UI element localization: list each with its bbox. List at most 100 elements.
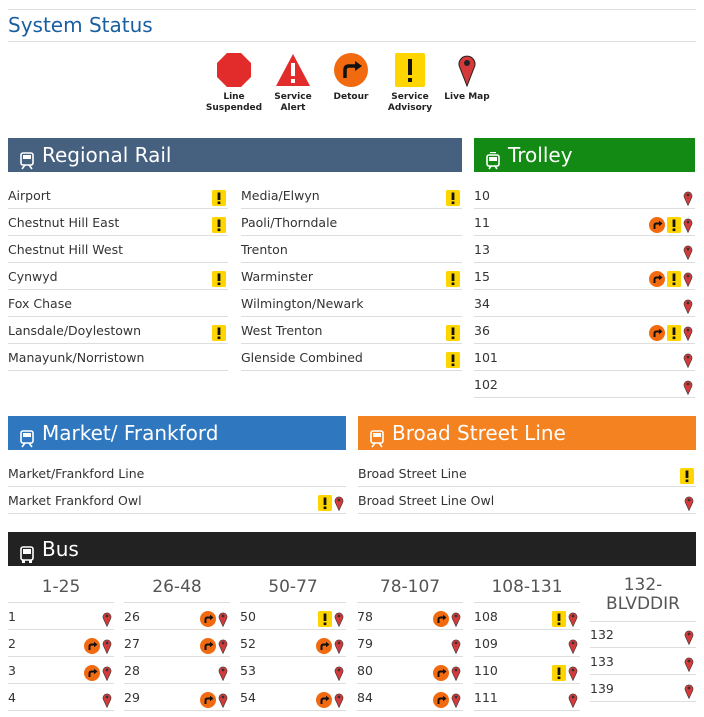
map-pin-icon[interactable] <box>683 269 693 288</box>
map-pin-icon[interactable] <box>102 690 112 709</box>
route-row[interactable]: Glenside Combined <box>241 344 462 371</box>
route-row[interactable]: Fox Chase <box>8 290 228 317</box>
route-row[interactable]: 108 <box>474 603 580 630</box>
route-row[interactable]: 101 <box>474 344 695 371</box>
advisory-icon[interactable] <box>318 493 332 511</box>
map-pin-icon[interactable] <box>684 627 694 646</box>
route-row[interactable]: 52 <box>240 630 346 657</box>
route-row[interactable]: 2 <box>8 630 114 657</box>
map-pin-icon[interactable] <box>684 681 694 700</box>
advisory-icon[interactable] <box>446 188 460 206</box>
map-pin-icon[interactable] <box>684 493 694 512</box>
route-row[interactable]: 34 <box>474 290 695 317</box>
route-row[interactable]: 13 <box>474 236 695 263</box>
route-row[interactable]: 50 <box>240 603 346 630</box>
map-pin-icon[interactable] <box>334 636 344 655</box>
map-pin-icon[interactable] <box>451 609 461 628</box>
detour-icon[interactable] <box>200 636 216 654</box>
trolley-header[interactable]: Trolley <box>474 138 695 172</box>
route-row[interactable]: Media/Elwyn <box>241 182 462 209</box>
route-row[interactable]: 78 <box>357 603 463 630</box>
route-row[interactable]: 11 <box>474 209 695 236</box>
route-row[interactable]: 109 <box>474 630 580 657</box>
route-row[interactable]: 84 <box>357 684 463 711</box>
detour-icon[interactable] <box>84 663 100 681</box>
route-row[interactable]: Broad Street Line <box>358 460 696 487</box>
route-row[interactable]: Chestnut Hill East <box>8 209 228 236</box>
route-row[interactable]: 54 <box>240 684 346 711</box>
advisory-icon[interactable] <box>446 323 460 341</box>
map-pin-icon[interactable] <box>451 636 461 655</box>
route-row[interactable]: Wilmington/Newark <box>241 290 462 317</box>
map-pin-icon[interactable] <box>568 636 578 655</box>
route-row[interactable]: 1 <box>8 603 114 630</box>
map-pin-icon[interactable] <box>683 188 693 207</box>
advisory-icon[interactable] <box>212 269 226 287</box>
route-row[interactable]: 79 <box>357 630 463 657</box>
map-pin-icon[interactable] <box>334 493 344 512</box>
route-row[interactable]: 10 <box>474 182 695 209</box>
advisory-icon[interactable] <box>667 269 681 287</box>
map-pin-icon[interactable] <box>684 654 694 673</box>
route-row[interactable]: 111 <box>474 684 580 711</box>
advisory-icon[interactable] <box>212 323 226 341</box>
route-row[interactable]: 28 <box>124 657 230 684</box>
map-pin-icon[interactable] <box>451 663 461 682</box>
map-pin-icon[interactable] <box>218 663 228 682</box>
map-pin-icon[interactable] <box>102 663 112 682</box>
map-pin-icon[interactable] <box>683 323 693 342</box>
map-pin-icon[interactable] <box>334 690 344 709</box>
route-row[interactable]: 53 <box>240 657 346 684</box>
route-row[interactable]: 80 <box>357 657 463 684</box>
route-row[interactable]: 4 <box>8 684 114 711</box>
route-row[interactable]: Trenton <box>241 236 462 263</box>
map-pin-icon[interactable] <box>102 636 112 655</box>
map-pin-icon[interactable] <box>218 690 228 709</box>
route-row[interactable]: Paoli/Thorndale <box>241 209 462 236</box>
route-row[interactable]: Manayunk/Norristown <box>8 344 228 371</box>
map-pin-icon[interactable] <box>683 350 693 369</box>
route-row[interactable]: West Trenton <box>241 317 462 344</box>
detour-icon[interactable] <box>649 215 665 233</box>
broad-street-header[interactable]: Broad Street Line <box>358 416 696 450</box>
map-pin-icon[interactable] <box>102 609 112 628</box>
map-pin-icon[interactable] <box>683 377 693 396</box>
advisory-icon[interactable] <box>667 323 681 341</box>
route-row[interactable]: Airport <box>8 182 228 209</box>
market-frankford-header[interactable]: Market/ Frankford <box>8 416 346 450</box>
route-row[interactable]: 102 <box>474 371 695 398</box>
detour-icon[interactable] <box>316 690 332 708</box>
route-row[interactable]: 110 <box>474 657 580 684</box>
advisory-icon[interactable] <box>680 466 694 484</box>
route-row[interactable]: 29 <box>124 684 230 711</box>
map-pin-icon[interactable] <box>683 215 693 234</box>
map-pin-icon[interactable] <box>218 609 228 628</box>
route-row[interactable]: Warminster <box>241 263 462 290</box>
regional-rail-header[interactable]: Regional Rail <box>8 138 462 172</box>
advisory-icon[interactable] <box>212 215 226 233</box>
map-pin-icon[interactable] <box>334 663 344 682</box>
route-row[interactable]: 26 <box>124 603 230 630</box>
detour-icon[interactable] <box>433 690 449 708</box>
route-row[interactable]: Cynwyd <box>8 263 228 290</box>
detour-icon[interactable] <box>649 269 665 287</box>
map-pin-icon[interactable] <box>568 663 578 682</box>
route-row[interactable]: 36 <box>474 317 695 344</box>
route-row[interactable]: 3 <box>8 657 114 684</box>
advisory-icon[interactable] <box>212 188 226 206</box>
advisory-icon[interactable] <box>667 215 681 233</box>
advisory-icon[interactable] <box>552 609 566 627</box>
map-pin-icon[interactable] <box>218 636 228 655</box>
detour-icon[interactable] <box>433 663 449 681</box>
detour-icon[interactable] <box>200 690 216 708</box>
route-row[interactable]: Broad Street Line Owl <box>358 487 696 514</box>
route-row[interactable]: Chestnut Hill West <box>8 236 228 263</box>
advisory-icon[interactable] <box>446 269 460 287</box>
detour-icon[interactable] <box>84 636 100 654</box>
route-row[interactable]: 139 <box>590 675 696 702</box>
map-pin-icon[interactable] <box>683 296 693 315</box>
route-row[interactable]: Lansdale/Doylestown <box>8 317 228 344</box>
route-row[interactable]: 27 <box>124 630 230 657</box>
map-pin-icon[interactable] <box>683 242 693 261</box>
advisory-icon[interactable] <box>446 350 460 368</box>
